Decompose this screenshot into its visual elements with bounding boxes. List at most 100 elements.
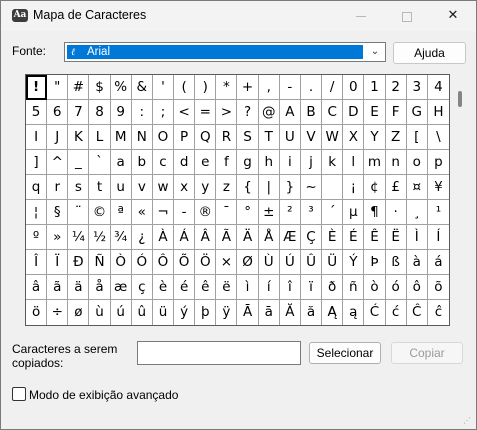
char-cell[interactable]: Å [258, 225, 280, 250]
char-cell[interactable]: û [132, 300, 153, 325]
scrollbar-thumb[interactable] [458, 91, 462, 107]
char-cell[interactable]: Ì [406, 225, 428, 250]
char-cell[interactable]: ą [343, 300, 365, 325]
char-cell[interactable]: w [152, 175, 175, 200]
char-cell[interactable]: j [300, 150, 323, 175]
minimize-button[interactable] [338, 1, 384, 31]
char-cell[interactable]: Ð [68, 250, 90, 275]
chevron-down-icon[interactable]: ⌄ [367, 44, 383, 60]
char-cell[interactable]: M [110, 125, 132, 150]
char-cell[interactable]: ) [195, 75, 217, 100]
char-cell[interactable]: ÿ [216, 300, 238, 325]
char-cell[interactable]: Ý [343, 250, 365, 275]
vertical-scrollbar[interactable] [454, 74, 466, 324]
char-cell[interactable]: ý [174, 300, 196, 325]
char-cell[interactable]: ā [259, 300, 280, 325]
char-cell[interactable]: Ā [237, 300, 259, 325]
char-cell[interactable]: { [237, 175, 259, 200]
char-cell[interactable]: | [258, 175, 280, 200]
char-cell[interactable]: § [47, 200, 69, 225]
char-cell[interactable]: ( [174, 75, 196, 100]
char-cell[interactable]: " [47, 75, 69, 100]
char-cell[interactable]: ; [152, 100, 175, 125]
char-cell[interactable]: b [131, 150, 153, 175]
char-cell[interactable]: ] [26, 150, 48, 175]
font-select[interactable]: ℓ Arial ⌄ [64, 42, 386, 62]
advanced-view-option[interactable]: Modo de exibição avançado [12, 387, 178, 402]
char-cell[interactable]: Ô [152, 250, 175, 275]
char-cell[interactable]: ð [322, 275, 344, 300]
char-cell[interactable]: Q [195, 125, 217, 150]
char-cell[interactable]: ¸ [406, 200, 428, 225]
char-cell[interactable]: Ö [195, 250, 217, 275]
char-cell[interactable]: C [322, 100, 344, 125]
char-cell[interactable]: ² [279, 200, 301, 225]
char-cell[interactable]: ´ [322, 200, 344, 225]
char-cell[interactable]: é [174, 275, 196, 300]
help-button[interactable]: Ajuda [393, 42, 466, 64]
char-cell[interactable]: u [110, 175, 132, 200]
char-cell[interactable]: Ï [47, 250, 69, 275]
char-cell[interactable]: q [26, 175, 48, 200]
char-cell[interactable]: ć [386, 300, 407, 325]
char-cell[interactable]: l [343, 150, 365, 175]
char-cell[interactable]: ? [237, 100, 259, 125]
char-cell[interactable]: R [216, 125, 238, 150]
char-cell[interactable]: t [89, 175, 111, 200]
char-cell[interactable]: è [152, 275, 175, 300]
char-cell[interactable]: 8 [89, 100, 111, 125]
char-cell[interactable]: + [237, 75, 259, 100]
char-cell[interactable]: > [216, 100, 238, 125]
char-cell[interactable]: Û [300, 250, 323, 275]
char-cell[interactable] [322, 175, 344, 200]
char-cell[interactable]: ø [68, 300, 90, 325]
char-cell[interactable]: Y [364, 125, 386, 150]
char-cell[interactable]: ³ [300, 200, 323, 225]
char-cell[interactable]: ¤ [406, 175, 428, 200]
char-cell[interactable]: f [216, 150, 238, 175]
char-cell[interactable]: p [427, 150, 449, 175]
char-cell[interactable]: ¿ [131, 225, 153, 250]
char-cell[interactable]: â [26, 275, 48, 300]
char-cell[interactable]: æ [110, 275, 132, 300]
char-cell[interactable]: þ [195, 300, 217, 325]
char-cell[interactable]: Î [26, 250, 48, 275]
char-cell[interactable]: ä [68, 275, 90, 300]
char-cell[interactable]: à [406, 250, 428, 275]
char-cell[interactable]: - [279, 75, 301, 100]
char-cell[interactable]: Ñ [89, 250, 111, 275]
char-cell[interactable]: ÷ [47, 300, 69, 325]
char-cell[interactable]: õ [427, 275, 449, 300]
char-cell[interactable]: Æ [279, 225, 301, 250]
char-cell[interactable]: 3 [406, 75, 428, 100]
char-cell[interactable]: ® [195, 200, 217, 225]
char-cell[interactable]: Ă [280, 300, 301, 325]
char-cell[interactable]: H [427, 100, 449, 125]
char-cell[interactable]: 7 [68, 100, 90, 125]
char-cell[interactable]: ñ [343, 275, 365, 300]
char-cell[interactable]: ß [385, 250, 407, 275]
char-cell[interactable]: A [279, 100, 301, 125]
char-cell[interactable]: î [279, 275, 301, 300]
char-cell[interactable]: Ù [258, 250, 280, 275]
char-cell[interactable]: ¢ [364, 175, 386, 200]
char-cell[interactable]: P [174, 125, 196, 150]
char-cell[interactable]: T [258, 125, 280, 150]
char-cell[interactable]: Ó [131, 250, 153, 275]
char-cell[interactable]: s [68, 175, 90, 200]
char-cell[interactable]: Ò [110, 250, 132, 275]
char-cell[interactable]: ± [258, 200, 280, 225]
char-cell[interactable]: G [406, 100, 428, 125]
char-cell[interactable]: ă [301, 300, 323, 325]
title-bar[interactable]: Aa Mapa de Caracteres ✕ [1, 1, 476, 31]
char-cell[interactable]: # [68, 75, 90, 100]
char-cell[interactable]: W [322, 125, 344, 150]
char-cell[interactable]: v [131, 175, 153, 200]
char-cell[interactable]: ¥ [427, 175, 449, 200]
maximize-button[interactable] [384, 1, 430, 31]
char-cell[interactable]: ò [364, 275, 386, 300]
char-cell[interactable]: £ [385, 175, 407, 200]
char-cell[interactable]: I [26, 125, 48, 150]
char-cell[interactable]: n [385, 150, 407, 175]
char-cell[interactable]: É [343, 225, 365, 250]
